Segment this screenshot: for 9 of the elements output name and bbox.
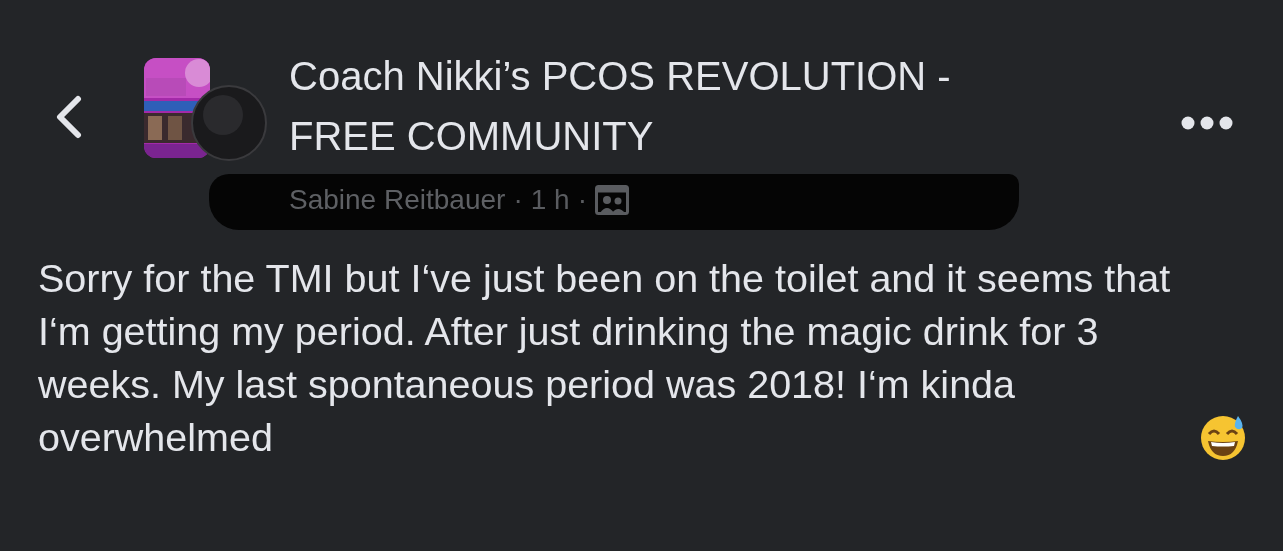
separator: ·	[513, 184, 523, 216]
group-name[interactable]: Coach Nikki’s PCOS REVOLUTION - FREE COMMUNITY	[289, 46, 1019, 166]
more-icon[interactable]	[1181, 116, 1235, 130]
group-icon	[594, 185, 629, 215]
post-text: Sorry for the TMI but I‘ve just been on the toilet and it seems that I‘m getting my period. After just drinking the magic drink for 3 weeks. My last spontaneous period was 2018! I‘m kinda overwhelmed	[38, 255, 1172, 461]
post-time[interactable]: 1 h	[530, 184, 570, 216]
author-name[interactable]: Sabine Reitbauer	[289, 184, 506, 216]
separator: ·	[577, 184, 587, 216]
avatar[interactable]	[191, 85, 267, 161]
